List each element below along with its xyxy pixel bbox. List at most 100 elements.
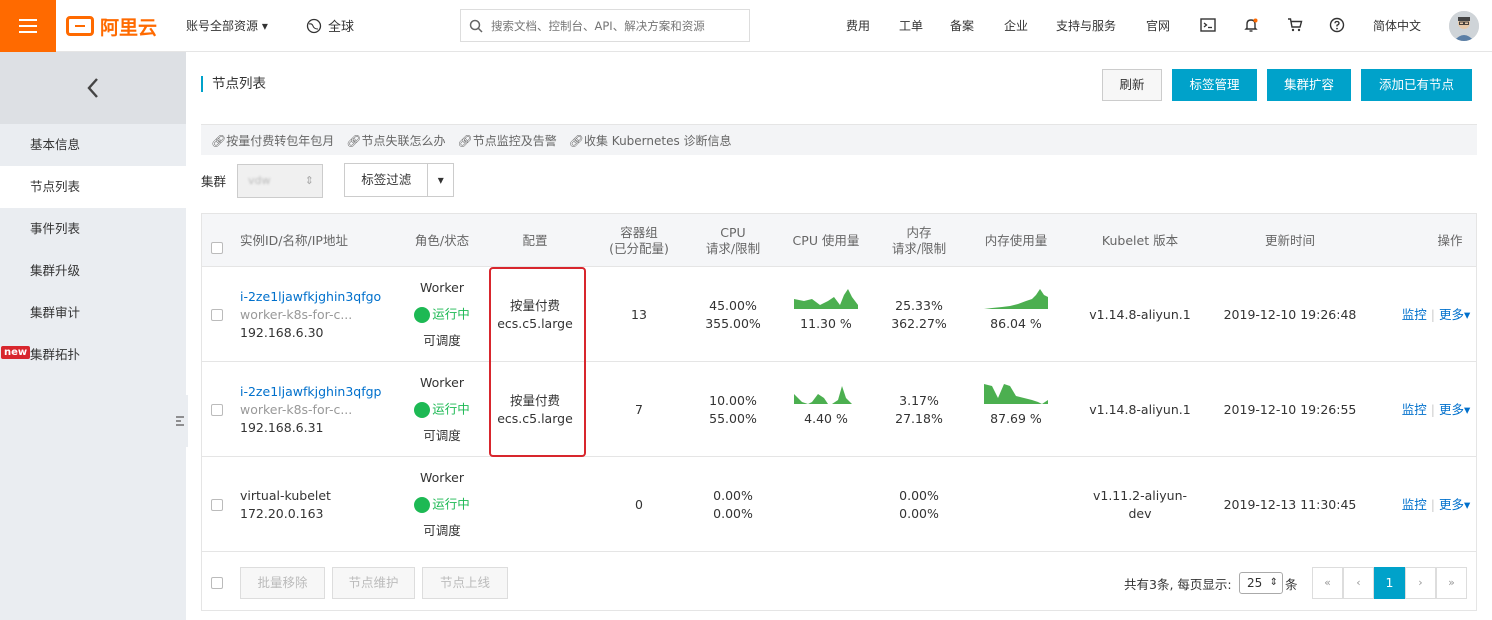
region-selector[interactable]: 全球 xyxy=(306,16,354,35)
user-avatar[interactable] xyxy=(1449,11,1479,41)
nav-icp-filing[interactable]: 备案 xyxy=(950,17,974,34)
add-existing-node-button[interactable]: 添加已有节点 xyxy=(1361,69,1472,101)
link-icon: 🔗︎ xyxy=(457,133,473,148)
role-status-cell: Worker 运行中 可调度 xyxy=(407,362,477,457)
next-page-button[interactable]: › xyxy=(1405,567,1436,599)
language-selector[interactable]: 简体中文 xyxy=(1373,17,1421,34)
aliyun-logo[interactable]: 阿里云 xyxy=(66,13,157,39)
nav-support[interactable]: 支持与服务 xyxy=(1056,17,1116,34)
help-link-billing[interactable]: 🔗︎按量付费转包年包月 xyxy=(211,132,334,149)
cpu-request-cell: 10.00% 55.00% xyxy=(696,362,770,457)
page-number-button[interactable]: 1 xyxy=(1374,567,1405,599)
search-input[interactable] xyxy=(491,18,741,33)
last-page-button[interactable]: » xyxy=(1436,567,1467,599)
header-mem-usage: 内存使用量 xyxy=(984,232,1048,248)
sidebar-item-basic-info[interactable]: 基本信息 xyxy=(0,124,186,166)
row-checkbox[interactable] xyxy=(211,404,223,416)
action-separator: | xyxy=(1430,306,1435,322)
help-link-diagnostics[interactable]: 🔗︎收集 Kubernetes 诊断信息 xyxy=(569,132,732,149)
header-kubelet-version: Kubelet 版本 xyxy=(1101,232,1179,248)
page-title: 节点列表 xyxy=(201,76,266,92)
caret-down-icon: ▾ xyxy=(1463,306,1471,322)
sidebar-item-event-list[interactable]: 事件列表 xyxy=(0,208,186,250)
header-instance: 实例ID/名称/IP地址 xyxy=(240,232,348,248)
cpu-limit: 355.00% xyxy=(705,315,761,331)
mem-limit: 27.18% xyxy=(895,410,943,426)
back-button[interactable] xyxy=(0,52,186,124)
instance-cell: i-2ze1ljawfkjghin3qfgo worker-k8s-for-c.… xyxy=(240,267,400,362)
tag-filter-label: 标签过滤 xyxy=(361,172,412,187)
cart-icon[interactable] xyxy=(1284,14,1306,36)
status-label: 运行中 xyxy=(432,401,470,417)
help-link-label: 按量付费转包年包月 xyxy=(226,133,335,148)
cluster-select[interactable]: vdw ⇕ xyxy=(237,164,323,198)
row-checkbox[interactable] xyxy=(211,499,223,511)
updated-time: 2019-12-13 11:30:45 xyxy=(1223,496,1357,512)
mem-limit: 362.27% xyxy=(891,315,947,331)
caret-down-icon[interactable]: ▾ xyxy=(427,164,453,196)
nav-official-site[interactable]: 官网 xyxy=(1146,17,1170,34)
more-dropdown[interactable]: 更多▾ xyxy=(1439,496,1470,514)
terminal-icon[interactable] xyxy=(1197,14,1219,36)
more-dropdown[interactable]: 更多▾ xyxy=(1439,401,1470,419)
table-row: i-2ze1ljawfkjghin3qfgp worker-k8s-for-c.… xyxy=(202,362,1476,457)
sidebar-item-node-list[interactable]: 节点列表 xyxy=(0,166,186,208)
page-size-select[interactable]: 25 ⇕ xyxy=(1239,572,1283,594)
batch-remove-button[interactable]: 批量移除 xyxy=(240,567,325,599)
select-all-checkbox[interactable] xyxy=(211,242,223,254)
prev-page-button[interactable]: ‹ xyxy=(1343,567,1374,599)
first-page-button[interactable]: « xyxy=(1312,567,1343,599)
header-cpu-line2: 请求/限制 xyxy=(705,240,761,256)
schedulable-label: 可调度 xyxy=(423,332,461,348)
instance-id-link[interactable]: i-2ze1ljawfkjghin3qfgp xyxy=(240,383,400,401)
nav-tickets[interactable]: 工单 xyxy=(899,17,923,34)
global-search[interactable] xyxy=(460,9,750,42)
help-icon[interactable] xyxy=(1326,14,1348,36)
instance-name: virtual-kubelet xyxy=(240,487,331,503)
page-size-unit: 条 xyxy=(1285,577,1298,592)
scale-out-button[interactable]: 集群扩容 xyxy=(1267,69,1351,101)
cluster-filter-label: 集群 xyxy=(201,174,227,189)
monitor-link[interactable]: 监控 xyxy=(1402,306,1427,324)
nav-billing[interactable]: 费用 xyxy=(846,17,870,34)
footer-select-all-checkbox[interactable] xyxy=(211,577,223,589)
updated-time: 2019-12-10 19:26:55 xyxy=(1223,401,1357,417)
select-arrows-icon: ⇕ xyxy=(304,174,314,187)
schedulable-label: 可调度 xyxy=(423,427,461,443)
account-resources-label: 账号全部资源 xyxy=(186,19,259,33)
header-pods-line2: (已分配量) xyxy=(609,240,669,256)
account-resources-dropdown[interactable]: 账号全部资源 ▾ xyxy=(186,17,268,34)
top-navigation-bar: 阿里云 账号全部资源 ▾ 全球 费用 工单 备案 企业 支持与服务 官网 简体中… xyxy=(0,0,1492,52)
sidebar-item-cluster-audit[interactable]: 集群审计 xyxy=(0,292,186,334)
instance-cell: i-2ze1ljawfkjghin3qfgp worker-k8s-for-c.… xyxy=(240,362,400,457)
mem-usage-cell: 86.04 % xyxy=(972,267,1060,362)
nav-enterprise[interactable]: 企业 xyxy=(1004,17,1028,34)
node-maintain-button[interactable]: 节点维护 xyxy=(332,567,415,599)
list-collapse-icon xyxy=(176,416,184,426)
menu-icon[interactable] xyxy=(0,0,56,52)
sidebar-item-cluster-upgrade[interactable]: 集群升级 xyxy=(0,250,186,292)
tag-filter-dropdown[interactable]: 标签过滤 ▾ xyxy=(344,163,454,197)
bell-icon[interactable] xyxy=(1240,14,1262,36)
more-dropdown[interactable]: 更多▾ xyxy=(1439,306,1470,324)
mem-usage-value: 87.69 % xyxy=(990,410,1042,426)
monitor-link[interactable]: 监控 xyxy=(1402,401,1427,419)
help-link-node-lost[interactable]: 🔗︎节点失联怎么办 xyxy=(346,132,445,149)
header-actions: 操作 xyxy=(1437,232,1463,248)
instance-id-link[interactable]: i-2ze1ljawfkjghin3qfgo xyxy=(240,288,400,306)
sidebar-collapse-toggle[interactable] xyxy=(172,395,188,447)
node-online-button[interactable]: 节点上线 xyxy=(422,567,508,599)
cluster-select-value: vdw xyxy=(248,174,271,187)
table-footer: 批量移除 节点维护 节点上线 共有3条, 每页显示: 25 ⇕ 条 « ‹ 1 … xyxy=(202,553,1476,611)
tag-manage-button[interactable]: 标签管理 xyxy=(1172,69,1257,101)
sidebar-item-cluster-topology[interactable]: new 集群拓扑 xyxy=(0,334,186,376)
select-arrows-icon: ⇕ xyxy=(1269,577,1278,588)
refresh-button[interactable]: 刷新 xyxy=(1102,69,1162,101)
row-checkbox[interactable] xyxy=(211,309,223,321)
monitor-link[interactable]: 监控 xyxy=(1402,496,1427,514)
cpu-usage-value: 4.40 % xyxy=(804,410,848,426)
help-link-monitoring[interactable]: 🔗︎节点监控及告警 xyxy=(458,132,557,149)
header-mem-line2: 请求/限制 xyxy=(891,240,947,256)
cpu-usage-value: 11.30 % xyxy=(800,315,852,331)
double-chevron-left-icon: « xyxy=(1324,576,1331,589)
